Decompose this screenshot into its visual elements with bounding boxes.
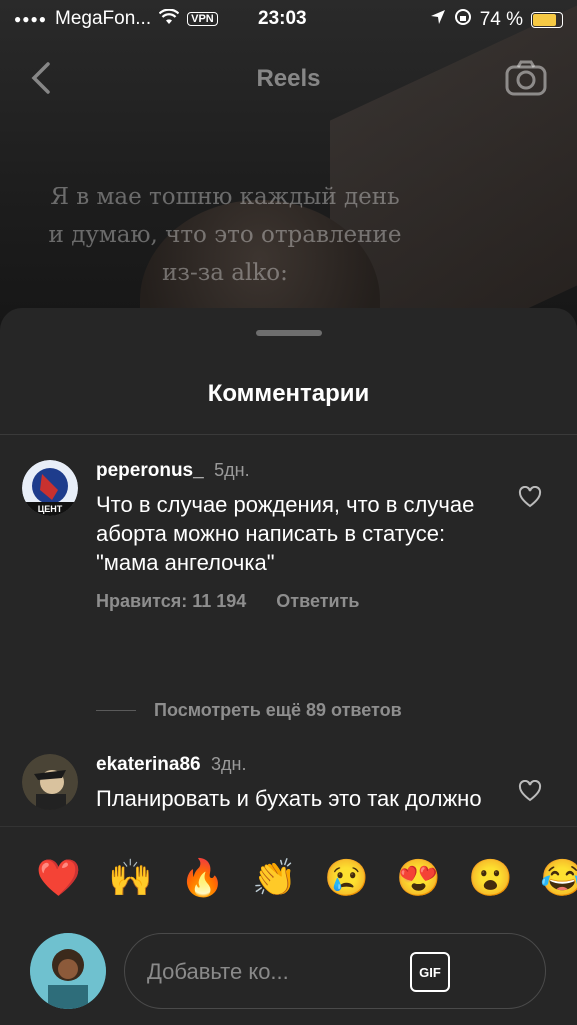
comment-likes[interactable]: Нравится: 11 194 <box>96 591 246 612</box>
vpn-badge: VPN <box>187 12 218 26</box>
emoji-clap-button[interactable]: 👏 <box>252 857 297 899</box>
comment-composer-area: ❤️ 🙌 🔥 👏 😢 😍 😮 😂 GIF <box>0 826 577 1025</box>
emoji-raised-hands-button[interactable]: 🙌 <box>108 857 153 899</box>
sheet-drag-handle[interactable] <box>256 330 322 336</box>
signal-icon: ●●●● <box>14 12 47 26</box>
comment-text: Планировать и бухать это так должно <box>96 786 482 811</box>
comment-input-wrapper: GIF <box>124 933 546 1009</box>
like-button[interactable] <box>518 485 542 508</box>
emoji-heart-button[interactable]: ❤️ <box>36 857 81 899</box>
comment-username[interactable]: peperonus_ <box>96 460 204 481</box>
gif-button[interactable]: GIF <box>410 952 450 992</box>
divider <box>0 434 577 435</box>
heart-icon <box>518 485 542 508</box>
location-icon <box>430 9 446 31</box>
view-more-replies-label: Посмотреть ещё 89 ответов <box>154 700 402 720</box>
comment-time: 5дн. <box>214 460 250 480</box>
like-button[interactable] <box>518 779 542 802</box>
replies-line <box>96 710 136 711</box>
camera-icon <box>505 60 547 96</box>
heart-icon <box>518 779 542 802</box>
comment-username[interactable]: ekaterina86 <box>96 754 201 775</box>
emoji-laughing-button[interactable]: 😂 <box>540 857 577 899</box>
avatar[interactable]: ЦЕНТ <box>22 460 78 516</box>
emoji-fire-button[interactable]: 🔥 <box>180 857 225 899</box>
comment-input[interactable] <box>145 952 409 992</box>
comment-time: 3дн. <box>211 754 247 774</box>
camera-button[interactable] <box>505 60 547 96</box>
emoji-heart-eyes-button[interactable]: 😍 <box>396 857 441 899</box>
clock: 23:03 <box>258 8 307 29</box>
view-more-replies[interactable]: Посмотреть ещё 89 ответов <box>96 700 402 721</box>
video-caption: Я в мае тошню каждый день и думаю, что э… <box>48 184 402 286</box>
emoji-crying-button[interactable]: 😢 <box>324 857 369 899</box>
svg-text:ЦЕНТ: ЦЕНТ <box>38 504 63 514</box>
carrier-name: MegaFon... <box>55 8 152 29</box>
wifi-icon <box>158 8 180 30</box>
my-avatar <box>30 933 106 1009</box>
comment-text: Что в случае рождения, что в случае абор… <box>96 492 475 575</box>
emoji-surprised-button[interactable]: 😮 <box>468 857 513 899</box>
avatar[interactable] <box>22 754 78 810</box>
status-bar: ●●●● MegaFon... VPN 23:03 74 % <box>0 0 577 40</box>
rotation-lock-icon <box>454 8 472 32</box>
emoji-quick-bar: ❤️ 🙌 🔥 👏 😢 😍 😮 😂 <box>36 857 577 899</box>
battery-percent: 74 % <box>479 9 523 30</box>
reply-button[interactable]: Ответить <box>276 591 359 612</box>
sheet-title: Комментарии <box>207 380 370 407</box>
reels-header: Reels <box>0 50 577 110</box>
page-title: Reels <box>256 65 321 92</box>
battery-icon <box>531 12 563 28</box>
